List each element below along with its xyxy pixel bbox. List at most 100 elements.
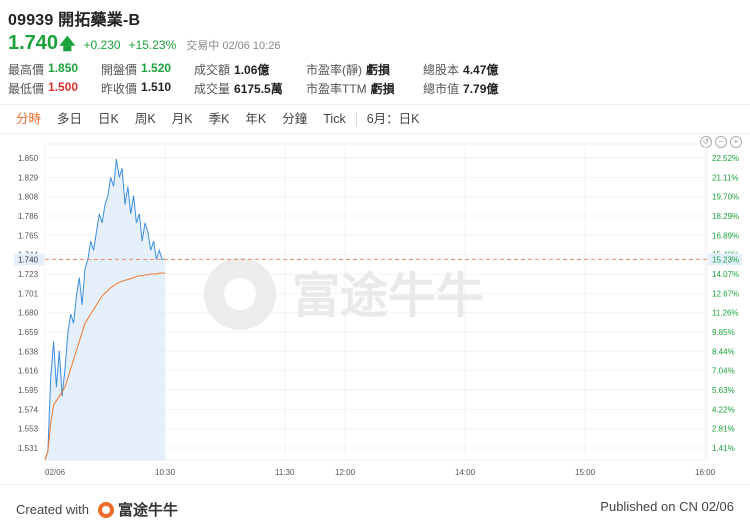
tab-8[interactable]: Tick	[315, 105, 353, 133]
price-change-pct: +15.23%	[128, 38, 177, 52]
stat-label: 成交量	[194, 82, 231, 96]
stat-label: 市盈率TTM	[306, 82, 367, 96]
tab-7[interactable]: 分鐘	[274, 105, 315, 133]
y-tick-label: 1.701	[18, 289, 39, 298]
x-tick-label: 10:30	[155, 468, 176, 477]
watermark-logo-icon	[224, 278, 256, 310]
current-price-label: 1.740	[18, 255, 39, 264]
tab-5[interactable]: 季K	[201, 105, 238, 133]
stat-value: 虧損	[366, 63, 391, 77]
tab-2[interactable]: 日K	[90, 105, 127, 133]
current-price: 1.740	[8, 32, 59, 54]
pct-tick-label: 7.04%	[712, 367, 735, 376]
x-tick-label: 15:00	[575, 468, 596, 477]
price-change: +0.230	[83, 38, 121, 52]
tab-4[interactable]: 月K	[164, 105, 201, 133]
stat-label: 總股本	[423, 63, 460, 77]
stat-value: 1.06億	[234, 63, 270, 77]
stat-2: 成交量 6175.5萬	[194, 80, 306, 97]
created-with: Created with 富途牛牛	[16, 499, 178, 520]
footer: Created with 富途牛牛 Published on CN 02/06	[0, 484, 750, 527]
intraday-chart[interactable]: 1.850 22.52% 1.829 21.11% 1.808 19.70% 1.786 18…	[0, 134, 750, 482]
stat-1: 昨收價 1.510	[101, 80, 194, 97]
stat-2: 成交額 1.06億	[194, 61, 306, 78]
pct-tick-label: 22.52%	[712, 154, 739, 163]
stat-value: 4.47億	[463, 63, 499, 77]
x-tick-label: 11:30	[275, 468, 295, 477]
brand-name: 富途牛牛	[117, 502, 178, 519]
pct-tick-label: 1.41%	[712, 444, 735, 453]
y-tick-label: 1.659	[18, 328, 39, 337]
y-tick-label: 1.723	[18, 270, 39, 279]
y-tick-label: 1.808	[18, 193, 39, 202]
trading-status: 交易中 02/06 10:26	[186, 40, 281, 52]
y-tick-label: 1.595	[18, 386, 39, 395]
tab-0[interactable]: 分時	[8, 105, 49, 133]
tab-9[interactable]: 6月：日K	[359, 105, 428, 133]
tab-1[interactable]: 多日	[49, 105, 90, 133]
watermark-text: 富途牛牛	[292, 270, 484, 323]
x-tick-label: 02/06	[45, 468, 66, 477]
stats-row-2: 最低價 1.500 昨收價 1.510 成交量 6175.5萬 市盈率TTM 虧損 總市值 7.7…	[8, 79, 513, 98]
current-pct-label: 15.23%	[712, 255, 739, 264]
price-row: 1.740 🡅 +0.230 +15.23% 交易中 02/06 10:26	[8, 32, 280, 60]
stats-panel: 最高價 1.850 開盤價 1.520 成交額 1.06億 市盈率(靜) 虧損 總股本 4.47億…	[8, 60, 513, 98]
brand-logo: 富途牛牛	[97, 499, 178, 520]
arrow-up-icon: 🡅	[59, 36, 76, 53]
futu-logo-icon	[97, 501, 114, 518]
stat-value: 1.850	[48, 61, 79, 75]
pct-tick-label: 14.07%	[712, 270, 739, 279]
stat-value: 7.79億	[463, 82, 499, 96]
stat-3: 市盈率TTM 虧損	[306, 80, 423, 97]
stat-1: 開盤價 1.520	[101, 61, 194, 78]
pct-tick-label: 21.11%	[712, 173, 739, 182]
stat-value: 1.510	[141, 80, 172, 94]
pct-tick-label: 11.26%	[712, 309, 739, 318]
stats-row-1: 最高價 1.850 開盤價 1.520 成交額 1.06億 市盈率(靜) 虧損 總股本 4.47億	[8, 60, 513, 79]
x-tick-label: 16:00	[695, 468, 716, 477]
x-tick-label: 14:00	[455, 468, 476, 477]
y-tick-label: 1.786	[18, 212, 39, 221]
created-with-label: Created with	[16, 502, 89, 517]
stock-header: 09939 開拓藥業-B	[8, 6, 140, 30]
stat-3: 市盈率(靜) 虧損	[306, 61, 423, 78]
tab-divider	[355, 112, 357, 126]
stat-label: 最高價	[8, 63, 45, 77]
tab-3[interactable]: 周K	[127, 105, 164, 133]
stat-label: 開盤價	[101, 63, 138, 77]
pct-tick-label: 12.67%	[712, 289, 739, 298]
y-tick-label: 1.574	[18, 405, 39, 414]
pct-tick-label: 9.85%	[712, 328, 735, 337]
y-tick-label: 1.638	[18, 347, 39, 356]
stat-label: 總市值	[423, 82, 460, 96]
y-tick-label: 1.765	[18, 231, 39, 240]
stat-4: 總市值 7.79億	[423, 80, 513, 97]
pct-tick-label: 8.44%	[712, 347, 735, 356]
stat-value: 6175.5萬	[234, 82, 283, 96]
stat-value: 1.520	[141, 61, 172, 75]
chart-tabs: 分時 多日 日K 周K 月K 季K 年K 分鐘 Tick 6月：日K	[0, 104, 750, 134]
pct-tick-label: 16.89%	[712, 231, 739, 240]
tab-6[interactable]: 年K	[237, 105, 274, 133]
y-tick-label: 1.829	[18, 173, 39, 182]
stat-value: 虧損	[370, 82, 395, 96]
y-tick-label: 1.553	[18, 425, 39, 434]
x-tick-label: 12:00	[335, 468, 356, 477]
stat-0: 最高價 1.850	[8, 61, 101, 78]
pct-tick-label: 2.81%	[712, 425, 735, 434]
pct-tick-label: 19.70%	[712, 193, 739, 202]
stat-label: 昨收價	[101, 82, 138, 96]
y-tick-label: 1.616	[18, 367, 39, 376]
y-tick-label: 1.531	[18, 444, 39, 453]
pct-tick-label: 18.29%	[712, 212, 739, 221]
stat-0: 最低價 1.500	[8, 80, 101, 97]
stat-label: 成交額	[194, 63, 231, 77]
stock-title: 09939 開拓藥業-B	[8, 12, 141, 29]
pct-tick-label: 5.63%	[712, 386, 735, 395]
stat-4: 總股本 4.47億	[423, 61, 513, 78]
published-date: Published on CN 02/06	[600, 499, 734, 514]
stat-value: 1.500	[48, 80, 79, 94]
y-tick-label: 1.850	[18, 154, 39, 163]
pct-tick-label: 4.22%	[712, 405, 735, 414]
stat-label: 最低價	[8, 82, 45, 96]
